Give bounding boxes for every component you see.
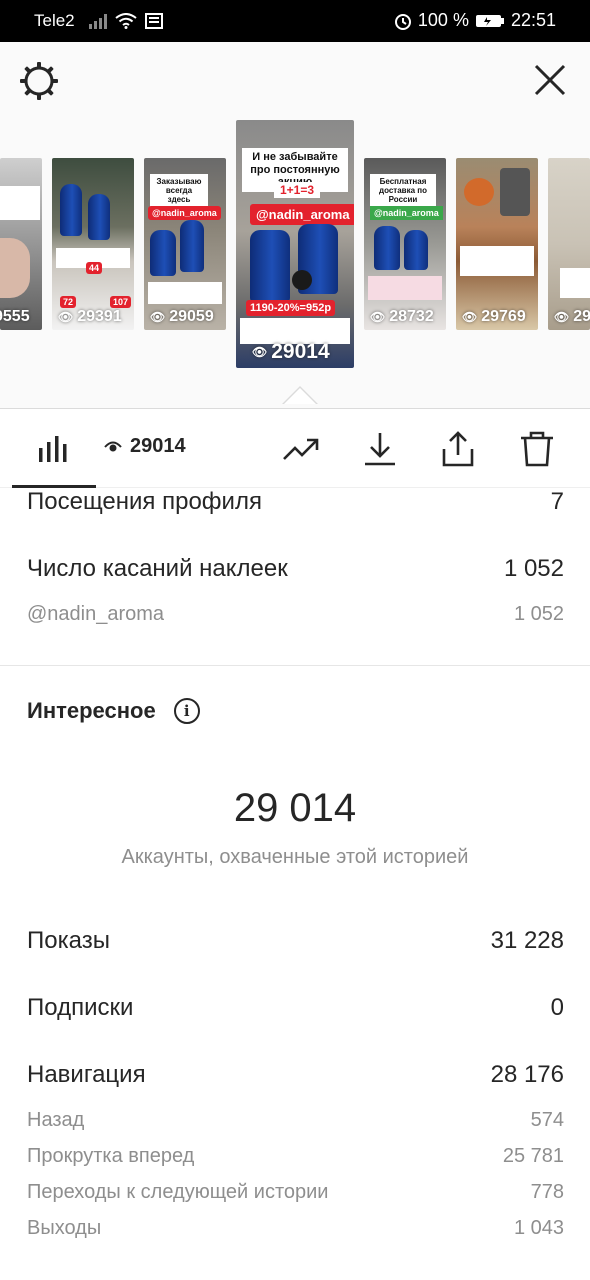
thumbnail-caption: Бесплатная доставка по России bbox=[370, 174, 436, 208]
stat-value: 574 bbox=[530, 1109, 564, 1131]
thumbnail-badge: 44 bbox=[86, 262, 103, 274]
thumbnail-badge: 72 bbox=[60, 296, 77, 308]
thumbnail-views: 👁 28732 bbox=[370, 308, 434, 325]
eye-icon bbox=[104, 441, 122, 451]
thumbnail-price: 1190-20%=952р bbox=[246, 300, 336, 316]
thumbnail-views: 👁 29059 bbox=[150, 308, 214, 325]
story-toolbar: 29014 bbox=[0, 408, 590, 488]
stat-label: Показы bbox=[27, 927, 110, 954]
stat-value: 0 bbox=[550, 994, 564, 1021]
gear-icon[interactable] bbox=[18, 60, 60, 102]
thumbnail-tag: @nadin_aroma bbox=[148, 206, 221, 220]
stat-row-navigation: Навигация 28 176 bbox=[27, 1061, 564, 1089]
stat-label: Прокрутка вперед bbox=[27, 1145, 195, 1167]
section-title-text: Интересное bbox=[27, 698, 156, 723]
story-thumbnail[interactable]: 9555 bbox=[0, 158, 42, 330]
clock: 22:51 bbox=[510, 10, 556, 30]
stat-row-sticker-taps: Число касаний наклеек 1 052 bbox=[27, 555, 564, 583]
stat-row-forward: Прокрутка вперед 25 781 bbox=[27, 1145, 564, 1168]
thumbnail-views: 9555 bbox=[0, 308, 30, 325]
stat-row-follows: Подписки 0 bbox=[27, 994, 564, 1022]
battery-icon bbox=[475, 14, 504, 27]
story-thumbnail[interactable]: 👁 29769 bbox=[456, 158, 538, 330]
download-icon[interactable] bbox=[360, 429, 400, 469]
stat-value: 778 bbox=[530, 1181, 564, 1203]
thumbnail-views: 👁 29014 bbox=[252, 340, 330, 363]
stat-value: 28 176 bbox=[490, 1061, 564, 1088]
story-thumbnail[interactable]: Заказываю всегда здесь @nadin_aroma 👁 290… bbox=[144, 158, 226, 330]
stat-row-sticker-mention[interactable]: @nadin_aroma 1 052 bbox=[27, 603, 564, 626]
stat-label: Переходы к следующей истории bbox=[27, 1181, 329, 1203]
views-count: 29014 bbox=[130, 435, 186, 457]
trash-icon[interactable] bbox=[517, 429, 557, 469]
wifi-icon bbox=[115, 13, 137, 29]
stat-label: Подписки bbox=[27, 994, 134, 1021]
story-thumbnail[interactable]: 44 72 107 👁 29391 bbox=[52, 158, 134, 330]
current-story-pointer-fill bbox=[284, 388, 316, 404]
stat-label: Выходы bbox=[27, 1217, 102, 1239]
bar-chart-icon[interactable] bbox=[36, 431, 70, 465]
battery-percent: 100 % bbox=[417, 10, 469, 30]
close-icon[interactable] bbox=[530, 60, 570, 100]
thumbnail-tag: @nadin_aroma bbox=[250, 204, 354, 225]
stat-label: Число касаний наклеек bbox=[27, 555, 288, 582]
status-bar: Tele2 100 % 22:51 bbox=[0, 0, 590, 42]
stat-row-exits: Выходы 1 043 bbox=[27, 1217, 564, 1240]
share-icon[interactable] bbox=[438, 429, 478, 469]
thumbnail-caption: Заказываю всегда здесь bbox=[150, 174, 208, 208]
thumbnail-badge: 107 bbox=[110, 296, 132, 308]
stat-value: 7 bbox=[550, 488, 564, 515]
status-left: Tele2 bbox=[34, 11, 163, 31]
stat-label: Навигация bbox=[27, 1061, 146, 1088]
stat-value: 31 228 bbox=[490, 927, 564, 954]
thumbnail-tag: @nadin_aroma bbox=[370, 206, 443, 220]
stat-value: 1 052 bbox=[503, 555, 564, 582]
notification-icon bbox=[144, 13, 163, 29]
stat-row-back: Назад 574 bbox=[27, 1109, 564, 1132]
thumbnail-views: 👁 29769 bbox=[462, 308, 526, 325]
thumbnail-promo: 1+1=3 bbox=[274, 182, 321, 198]
stat-row-impressions: Показы 31 228 bbox=[27, 927, 564, 955]
reach-value: 29 014 bbox=[233, 786, 357, 830]
story-thumbnail[interactable]: Бесплатная доставка по России @nadin_aro… bbox=[364, 158, 446, 330]
section-divider bbox=[0, 665, 590, 666]
story-thumbnail-strip: 9555 44 72 107 👁29391 Заказываю всегда з… bbox=[0, 120, 590, 370]
stat-row-profile-visits: Посещения профиля 7 bbox=[27, 488, 564, 516]
thumbnail-views: 👁 29391 bbox=[58, 308, 122, 325]
stat-value: 1 043 bbox=[513, 1217, 564, 1239]
stat-value: 1 052 bbox=[513, 603, 564, 625]
story-thumbnail-current[interactable]: И не забывайте про постоянную акцию 1+1=… bbox=[236, 120, 354, 368]
stat-label: @nadin_aroma bbox=[27, 603, 165, 625]
stat-row-next-story: Переходы к следующей истории 778 bbox=[27, 1181, 564, 1204]
thumbnail-views: 👁 29 bbox=[554, 308, 590, 325]
stat-label: Назад bbox=[27, 1109, 85, 1131]
story-thumbnail[interactable]: 👁 29 bbox=[548, 158, 590, 330]
carrier-label: Tele2 bbox=[34, 11, 75, 30]
alarm-icon bbox=[394, 13, 411, 30]
trend-up-icon[interactable] bbox=[281, 429, 321, 469]
section-title-interesting: Интересное i bbox=[27, 698, 200, 724]
stat-value: 25 781 bbox=[502, 1145, 564, 1167]
info-icon[interactable]: i bbox=[173, 698, 200, 724]
views-counter: 29014 bbox=[104, 435, 186, 458]
reach-caption: Аккаунты, охваченные этой историей bbox=[121, 846, 469, 868]
status-right: 100 % 22:51 bbox=[394, 10, 556, 31]
signal-icon bbox=[88, 13, 107, 29]
stat-label: Посещения профиля bbox=[27, 488, 262, 515]
